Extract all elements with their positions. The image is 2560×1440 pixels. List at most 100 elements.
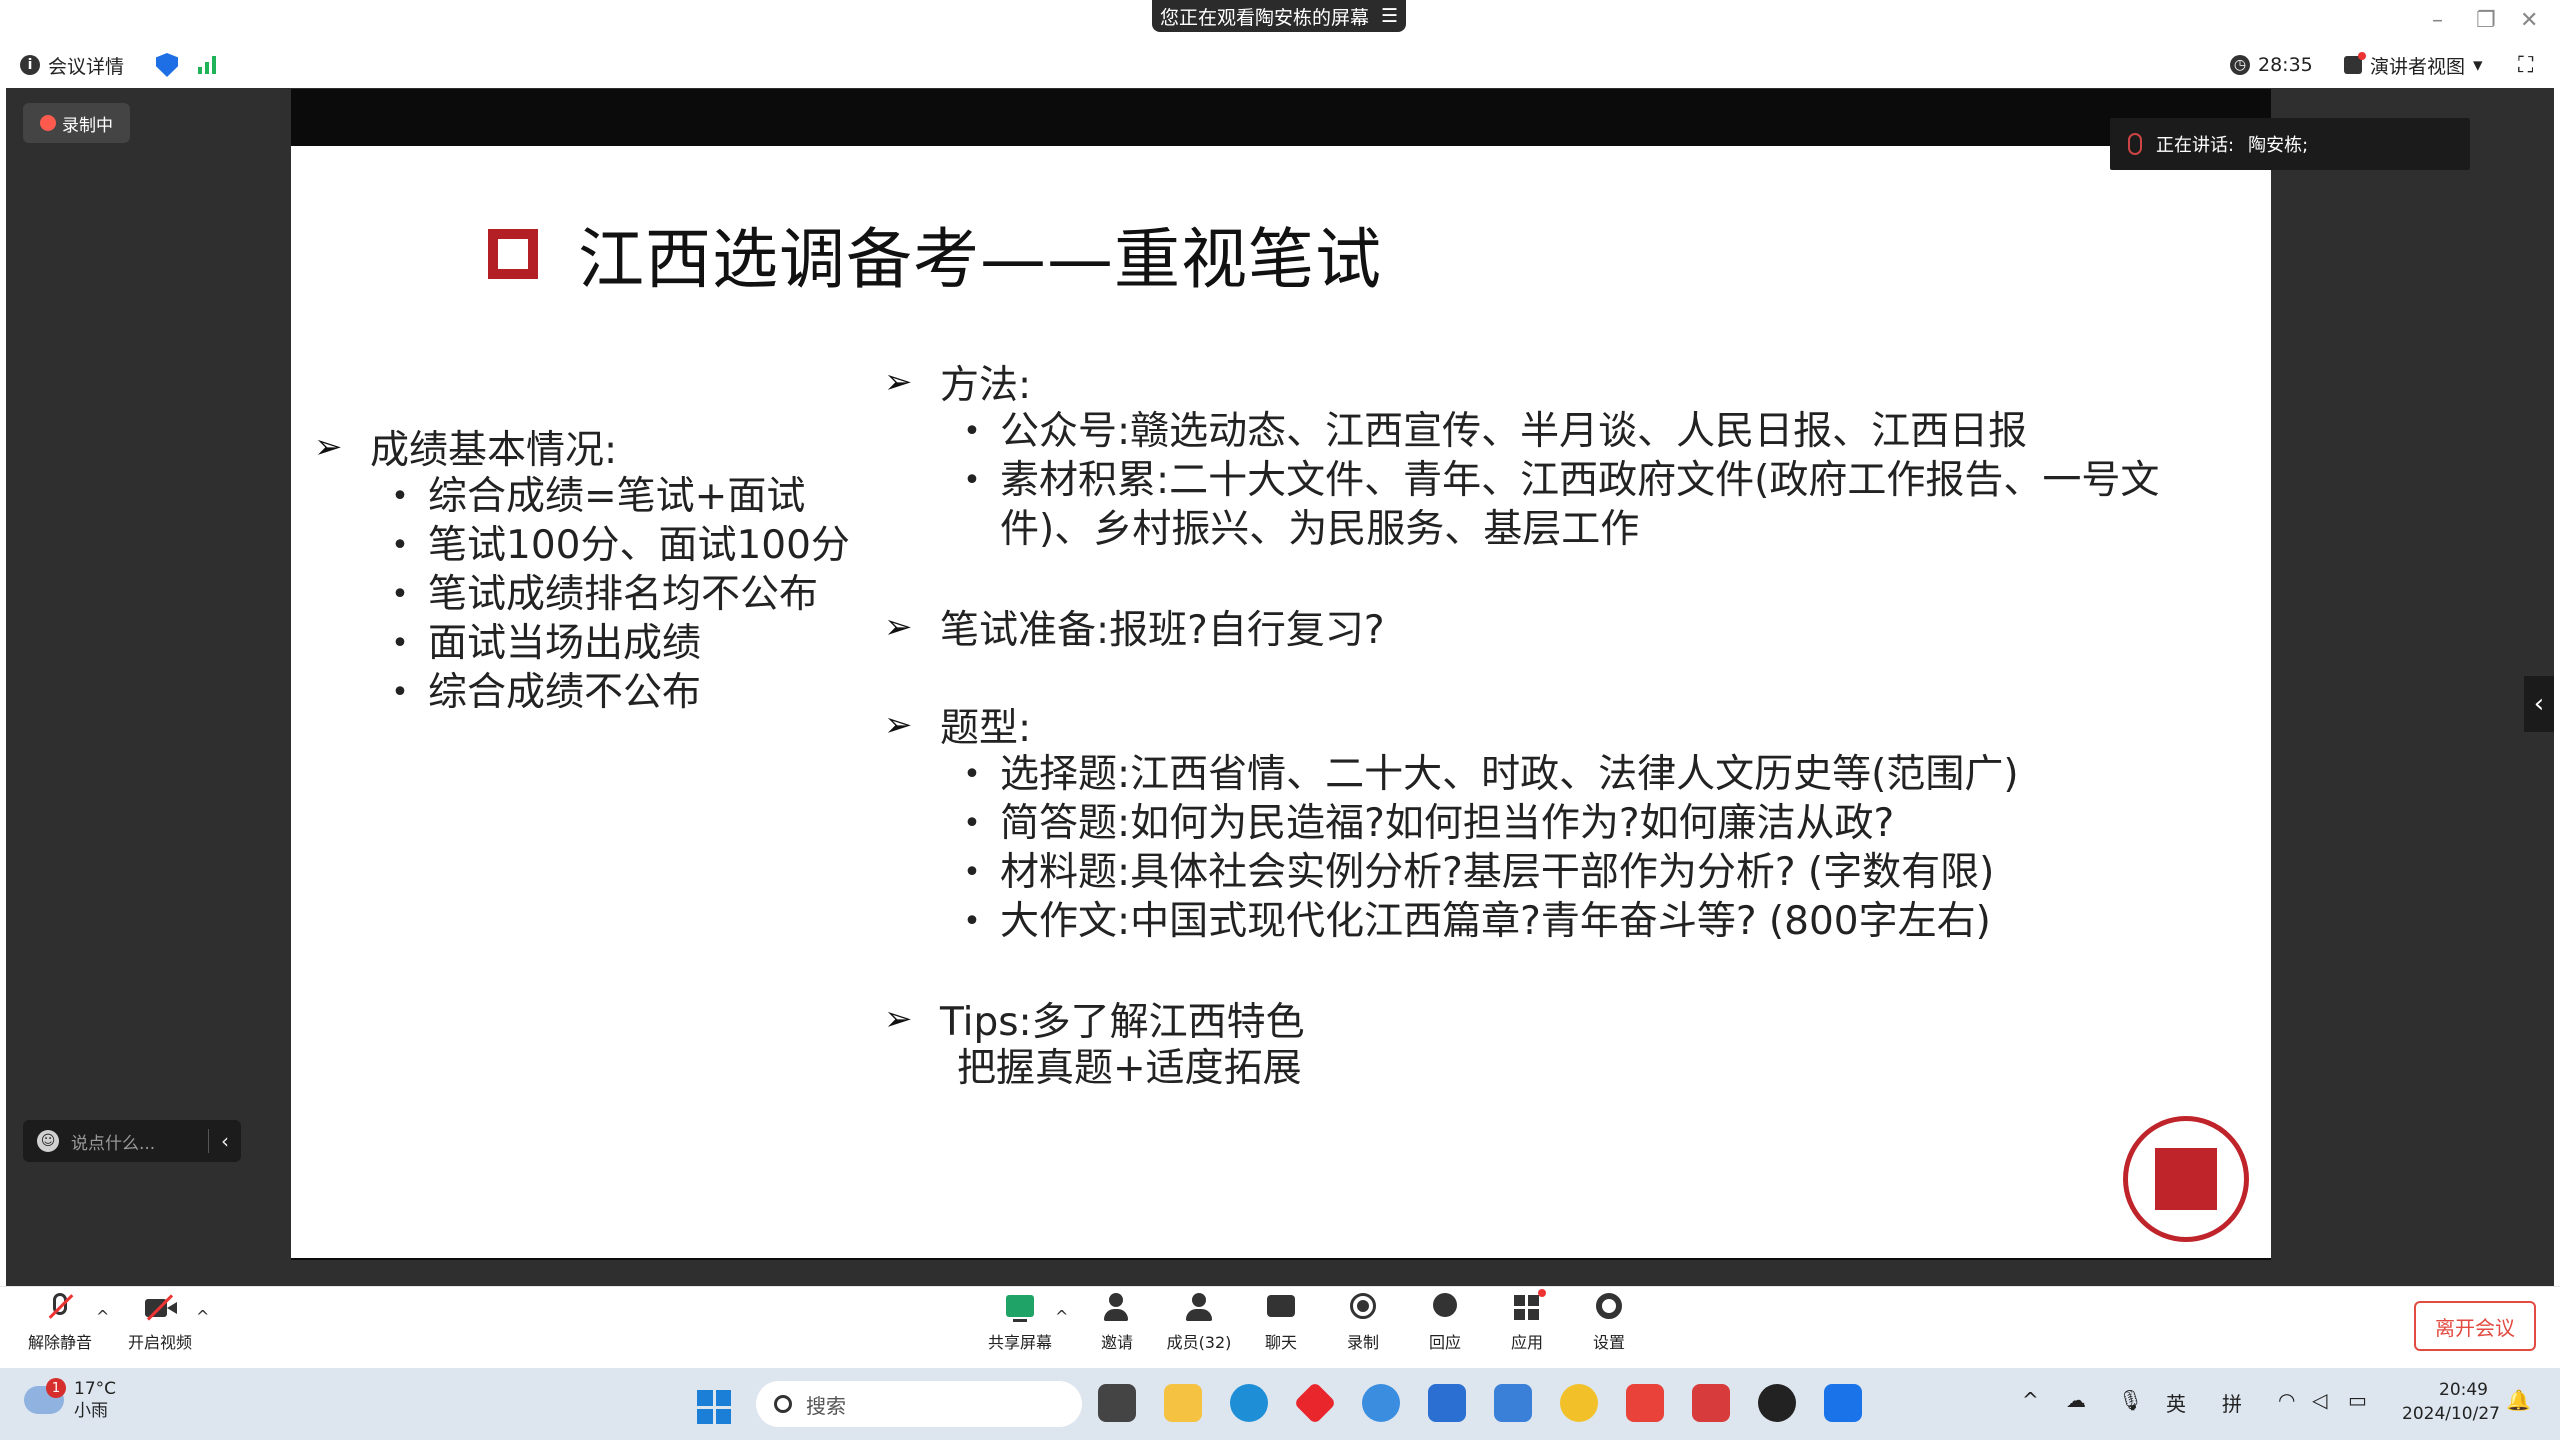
view-mode-label: 演讲者视图 bbox=[2370, 55, 2466, 78]
apps-icon bbox=[1510, 1289, 1546, 1323]
fullscreen-button[interactable]: ⛶ bbox=[2518, 53, 2533, 78]
meeting-info-label: 会议详情 bbox=[48, 55, 125, 78]
prep-heading: 笔试准备:报班?自行复习? bbox=[940, 608, 1385, 653]
minimize-button[interactable]: – bbox=[2432, 8, 2443, 33]
recording-badge[interactable]: 录制中 bbox=[23, 103, 130, 143]
shield-icon bbox=[156, 53, 178, 77]
video-options-caret[interactable]: ^ bbox=[196, 1307, 209, 1326]
windows-start-icon[interactable] bbox=[697, 1390, 731, 1424]
apps-button[interactable]: 应用 bbox=[1487, 1289, 1567, 1353]
record-label: 录制 bbox=[1346, 1333, 1379, 1352]
input-lang-en[interactable]: 英 bbox=[2166, 1388, 2186, 1417]
unmute-label: 解除静音 bbox=[27, 1333, 92, 1352]
security-button[interactable] bbox=[156, 53, 178, 77]
chat-input-bar[interactable]: ☺ 说点什么... ‹ bbox=[23, 1120, 241, 1162]
close-button[interactable]: ✕ bbox=[2520, 8, 2538, 33]
chat-button[interactable]: 聊天 bbox=[1241, 1293, 1321, 1353]
signal-icon bbox=[198, 56, 216, 74]
apps-label: 应用 bbox=[1510, 1333, 1543, 1352]
chaoxing-app-icon[interactable] bbox=[1692, 1384, 1730, 1422]
wps-office-icon[interactable] bbox=[1626, 1384, 1664, 1422]
input-method-pinyin[interactable]: 拼 bbox=[2222, 1388, 2242, 1417]
system-clock[interactable]: 20:49 2024/10/27 bbox=[2402, 1378, 2500, 1426]
store-icon[interactable] bbox=[1428, 1384, 1466, 1422]
chat-icon bbox=[1264, 1293, 1298, 1323]
members-label: 成员(32) bbox=[1166, 1333, 1232, 1352]
list-item: • 选择题:江西省情、二十大、时政、法律人文历史等(范围广) bbox=[963, 752, 2019, 797]
recording-icon bbox=[40, 115, 56, 131]
clock-time: 20:49 bbox=[2439, 1380, 2488, 1400]
menu-icon[interactable]: ☰ bbox=[1381, 5, 1398, 27]
settings-button[interactable]: 设置 bbox=[1569, 1293, 1649, 1353]
search-placeholder: 搜索 bbox=[806, 1393, 846, 1418]
share-screen-icon bbox=[1003, 1293, 1037, 1323]
view-mode-dropdown[interactable]: 演讲者视图 ▾ bbox=[2344, 52, 2483, 79]
arrow-bullet-icon: ➢ bbox=[884, 705, 913, 745]
invite-button[interactable]: 邀请 bbox=[1077, 1293, 1157, 1353]
battery-icon[interactable]: ▭ bbox=[2348, 1388, 2367, 1412]
record-button[interactable]: 录制 bbox=[1323, 1293, 1403, 1353]
share-screen-button[interactable]: 共享屏幕 bbox=[980, 1293, 1060, 1353]
seal-stamp-icon bbox=[2155, 1148, 2217, 1210]
active-speaker-indicator: 正在讲话: 陶安栋; bbox=[2110, 118, 2470, 170]
reactions-button[interactable]: 回应 bbox=[1405, 1293, 1485, 1353]
share-options-caret[interactable]: ^ bbox=[1055, 1307, 1068, 1326]
arrow-bullet-icon: ➢ bbox=[884, 362, 913, 402]
unmute-button[interactable]: 解除静音 bbox=[20, 1293, 100, 1353]
search-icon bbox=[774, 1395, 792, 1413]
types-heading: 题型: bbox=[940, 706, 1032, 751]
share-screen-label: 共享屏幕 bbox=[987, 1333, 1052, 1352]
restore-button[interactable]: ❐ bbox=[2476, 8, 2496, 33]
photos-icon[interactable] bbox=[1494, 1384, 1532, 1422]
list-item: • 综合成绩不公布 bbox=[391, 670, 702, 715]
red-app-icon[interactable] bbox=[1293, 1381, 1337, 1425]
onedrive-icon[interactable]: ☁ bbox=[2066, 1388, 2086, 1412]
music-app-icon[interactable] bbox=[1560, 1384, 1598, 1422]
camera-off-icon bbox=[143, 1293, 177, 1323]
volume-icon[interactable]: ◁ bbox=[2312, 1388, 2327, 1412]
os-taskbar: 1 17°C 小雨 搜索 ^ ☁ 🎙 英 拼 ◠ ◁ ▭ 20:49 2024/… bbox=[0, 1368, 2560, 1440]
qq-icon[interactable] bbox=[1758, 1384, 1796, 1422]
settings-label: 设置 bbox=[1592, 1333, 1625, 1352]
notification-badge: 1 bbox=[46, 1378, 66, 1398]
clock-date: 2024/10/27 bbox=[2402, 1404, 2500, 1424]
audio-options-caret[interactable]: ^ bbox=[96, 1307, 109, 1326]
edge-browser-icon[interactable] bbox=[1230, 1384, 1268, 1422]
taskbar-search[interactable]: 搜索 bbox=[756, 1381, 1082, 1427]
tray-overflow-icon[interactable]: ^ bbox=[2022, 1388, 2039, 1412]
screen-share-banner[interactable]: 您正在观看陶安栋的屏幕 ☰ bbox=[1152, 0, 1406, 32]
expand-sidebar-button[interactable]: ‹ bbox=[2524, 676, 2554, 732]
rain-cloud-icon: 1 bbox=[24, 1378, 66, 1414]
network-status[interactable] bbox=[198, 56, 216, 74]
leave-meeting-button[interactable]: 离开会议 bbox=[2414, 1301, 2536, 1351]
info-icon: i bbox=[20, 55, 40, 75]
meeting-info-button[interactable]: i 会议详情 bbox=[20, 52, 124, 79]
notification-bell-icon[interactable]: 🔔 bbox=[2506, 1388, 2531, 1412]
record-icon bbox=[1346, 1293, 1380, 1323]
list-item: • 公众号:赣选动态、江西宣传、半月谈、人民日报、江西日报 bbox=[963, 409, 2028, 454]
file-explorer-icon[interactable] bbox=[1164, 1384, 1202, 1422]
task-view-icon[interactable] bbox=[1098, 1384, 1136, 1422]
reactions-label: 回应 bbox=[1428, 1333, 1461, 1352]
meeting-topbar: i 会议详情 ◷ 28:35 演讲者视图 ▾ ⛶ bbox=[0, 42, 2560, 88]
fullscreen-icon: ⛶ bbox=[2518, 52, 2534, 78]
tencent-meeting-icon[interactable] bbox=[1824, 1384, 1862, 1422]
add-user-icon bbox=[1100, 1293, 1134, 1323]
copilot-icon[interactable] bbox=[1362, 1384, 1400, 1422]
tips-heading: Tips:多了解江西特色 bbox=[940, 1000, 1305, 1045]
members-button[interactable]: 成员(32) bbox=[1159, 1293, 1239, 1353]
tips-subtext: 把握真题+适度拓展 bbox=[957, 1046, 1302, 1091]
arrow-bullet-icon: ➢ bbox=[314, 427, 343, 467]
emoji-icon[interactable]: ☺ bbox=[37, 1130, 59, 1152]
exam-prep-section: ➢ 方法: • 公众号:赣选动态、江西宣传、半月谈、人民日报、江西日报 • 素材积累… bbox=[884, 357, 2200, 1093]
recording-label: 录制中 bbox=[62, 115, 113, 136]
collapse-chat-icon[interactable]: ‹ bbox=[208, 1129, 229, 1153]
mic-off-icon bbox=[43, 1293, 77, 1323]
chat-input-placeholder[interactable]: 说点什么... bbox=[71, 1129, 155, 1154]
score-heading: 成绩基本情况: bbox=[370, 428, 618, 473]
meeting-timer: ◷ 28:35 bbox=[2230, 54, 2313, 76]
wifi-icon[interactable]: ◠ bbox=[2278, 1388, 2295, 1412]
microphone-icon[interactable]: 🎙 bbox=[2118, 1388, 2143, 1412]
weather-widget[interactable]: 1 17°C 小雨 bbox=[24, 1378, 116, 1422]
start-video-button[interactable]: 开启视频 bbox=[120, 1293, 200, 1353]
